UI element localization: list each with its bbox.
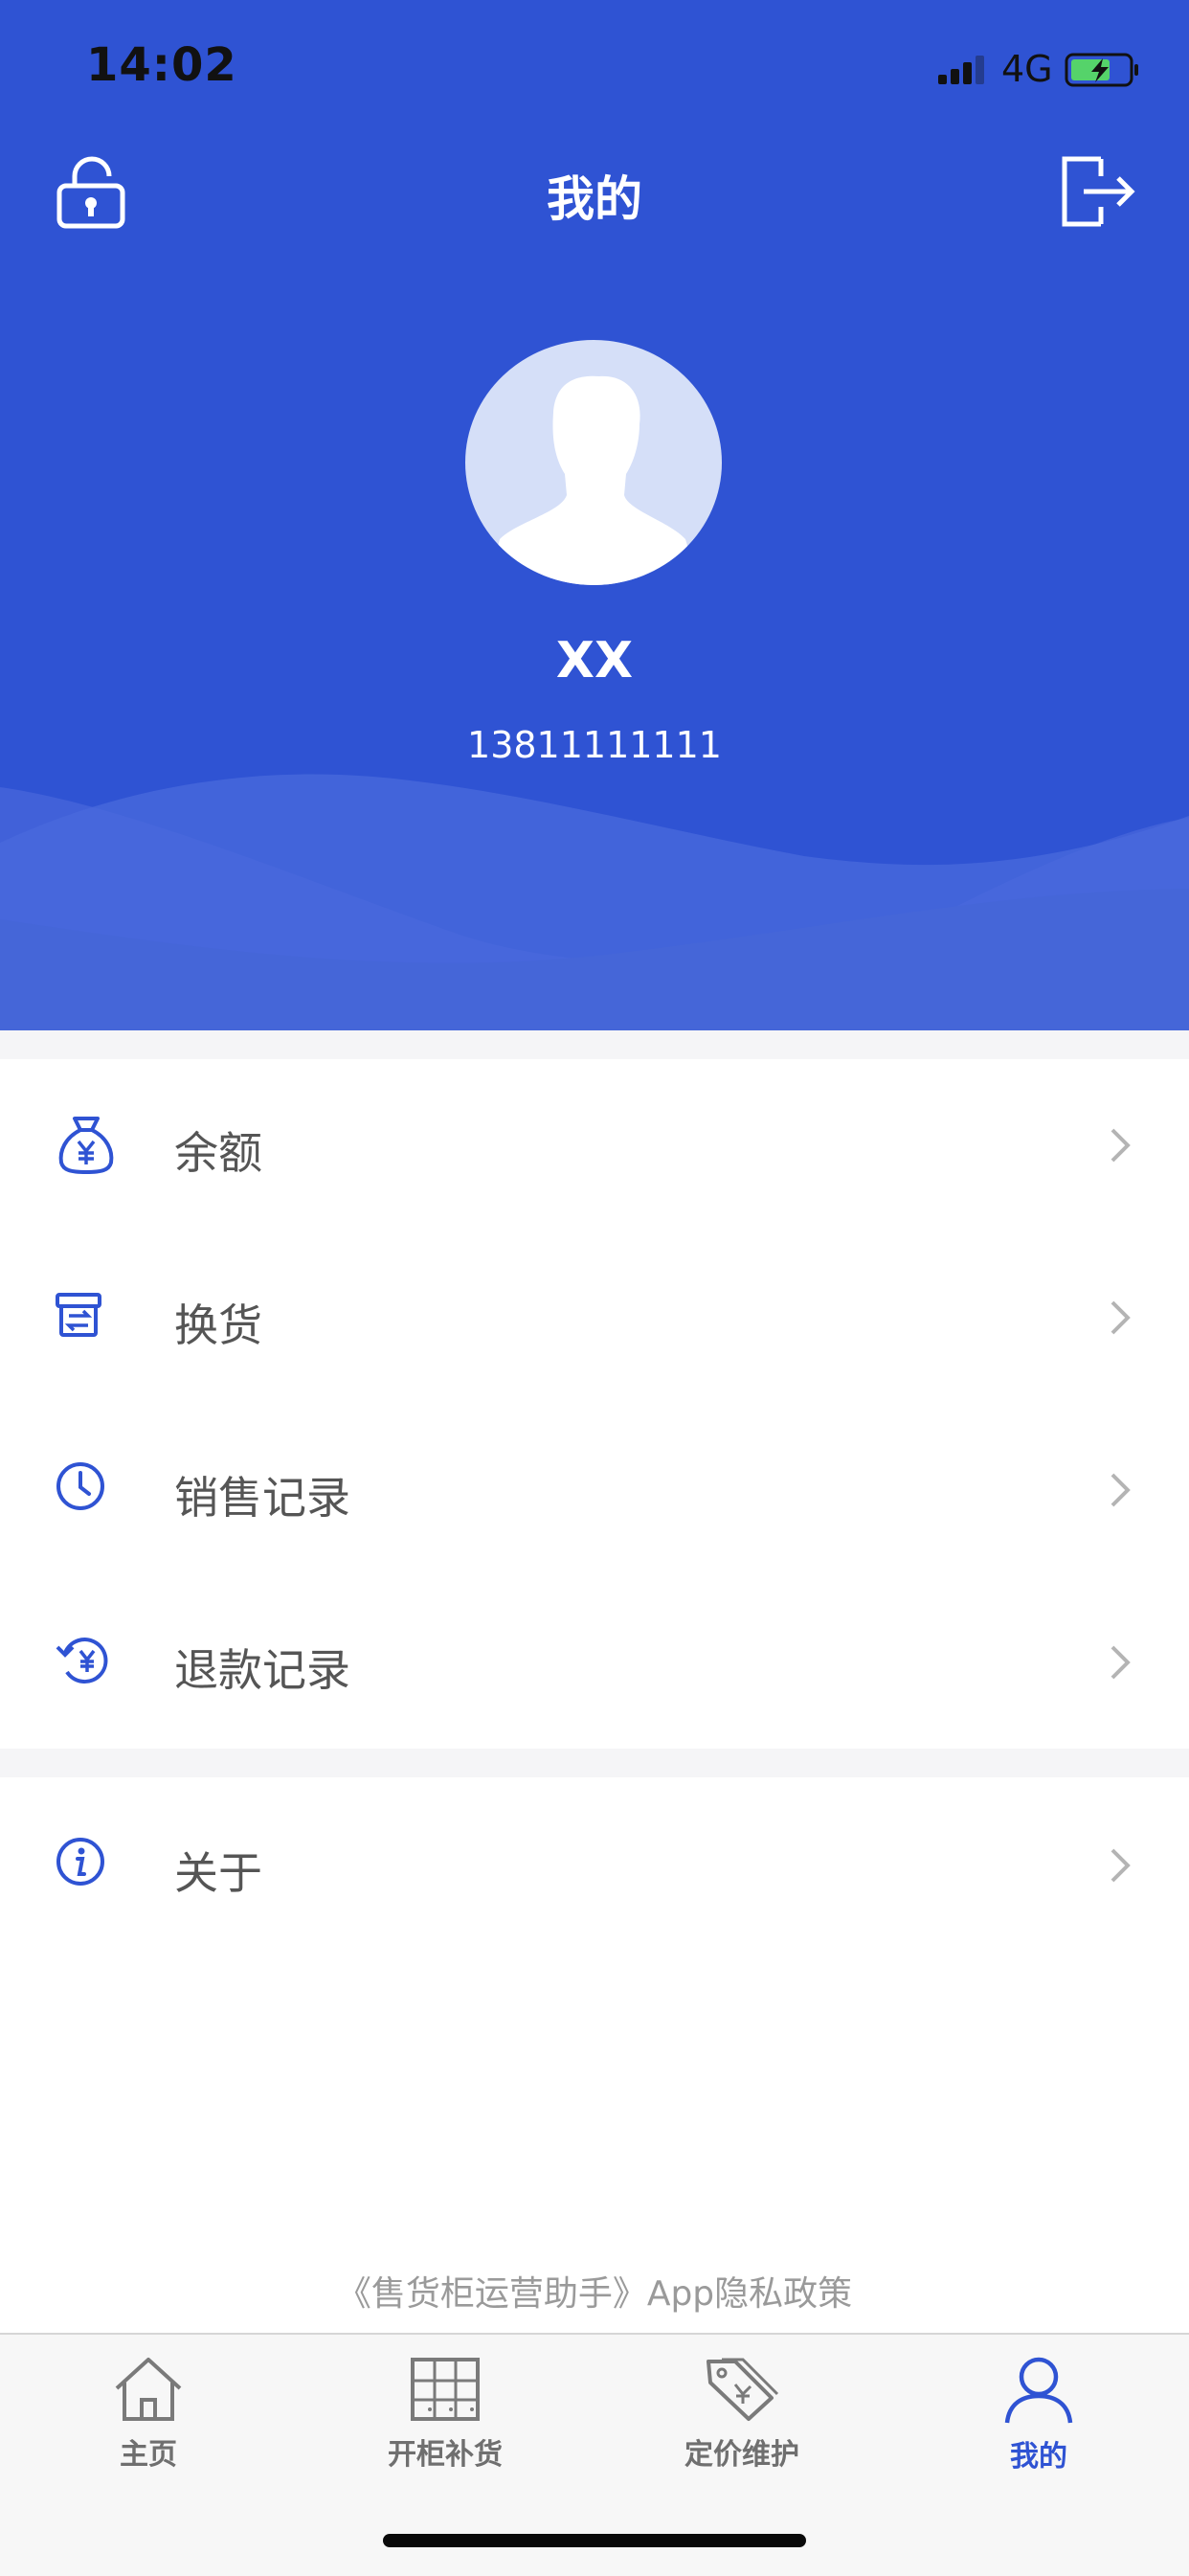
- section-divider: [0, 1030, 1189, 1059]
- status-bar: 14:02 4G: [0, 0, 1189, 144]
- section-divider: [0, 1749, 1189, 1777]
- privacy-policy-link[interactable]: 《售货柜运营助手》App隐私政策: [0, 2266, 1189, 2316]
- user-icon: [1004, 2357, 1073, 2424]
- info-icon: [56, 1838, 104, 1886]
- cabinet-icon: [411, 2358, 480, 2421]
- user-phone: 13811111111: [467, 724, 722, 766]
- tab-open-restock[interactable]: 开柜补货: [297, 2356, 594, 2499]
- wave-decoration: [0, 774, 1189, 1030]
- home-indicator: [383, 2534, 806, 2547]
- refund-icon: [56, 1638, 108, 1684]
- menu-item-sales-record[interactable]: 销售记录: [0, 1404, 1189, 1576]
- avatar[interactable]: [465, 340, 722, 585]
- chevron-right-icon: [1110, 1645, 1131, 1680]
- tab-label-open-restock: 开柜补货: [388, 2438, 503, 2472]
- signal-icon: [938, 56, 984, 84]
- clock-icon: [56, 1462, 104, 1510]
- chevron-right-icon: [1110, 1473, 1131, 1507]
- chevron-right-icon: [1110, 1128, 1131, 1163]
- chevron-right-icon: [1110, 1300, 1131, 1335]
- user-name: XX: [555, 632, 634, 689]
- battery-icon: [1065, 53, 1138, 87]
- tab-mine[interactable]: 我的: [890, 2356, 1187, 2499]
- tab-home[interactable]: 主页: [0, 2356, 297, 2499]
- menu-item-about[interactable]: 关于: [0, 1777, 1189, 1950]
- network-type: 4G: [1001, 48, 1053, 90]
- menu-item-exchange[interactable]: 换货: [0, 1232, 1189, 1404]
- profile-header: 14:02 4G 我的 XX 13811111111: [0, 0, 1189, 1030]
- logout-icon[interactable]: [1059, 153, 1135, 230]
- tab-label-pricing: 定价维护: [684, 2438, 799, 2472]
- menu-label-balance: 余额: [174, 1127, 262, 1179]
- money-bag-icon: [58, 1117, 114, 1175]
- chevron-right-icon: [1110, 1848, 1131, 1883]
- menu-label-sales-record: 销售记录: [174, 1472, 350, 1524]
- menu-item-balance[interactable]: 余额: [0, 1059, 1189, 1232]
- tab-label-mine: 我的: [1010, 2440, 1067, 2474]
- menu-label-exchange: 换货: [174, 1299, 262, 1351]
- exchange-box-icon: [56, 1293, 101, 1337]
- page-title: 我的: [547, 171, 642, 227]
- menu-label-refund-record: 退款记录: [174, 1644, 350, 1696]
- price-tag-icon: [707, 2358, 779, 2421]
- menu-list: 余额 换货 销售记录 退款记录: [0, 1059, 1189, 1749]
- home-icon: [115, 2358, 182, 2421]
- menu-item-refund-record[interactable]: 退款记录: [0, 1576, 1189, 1749]
- about-section: 关于: [0, 1777, 1189, 1950]
- status-time: 14:02: [86, 38, 237, 92]
- tab-label-home: 主页: [120, 2438, 177, 2472]
- tab-pricing[interactable]: 定价维护: [594, 2356, 890, 2499]
- lock-icon[interactable]: [54, 153, 130, 230]
- menu-label-about: 关于: [174, 1847, 262, 1899]
